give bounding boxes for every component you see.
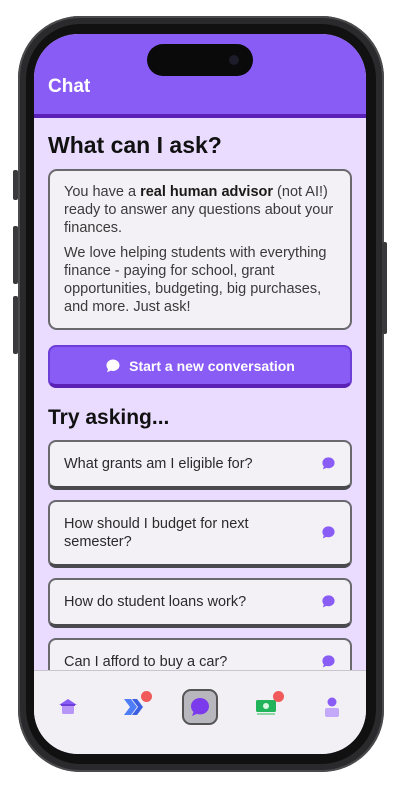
chat-bubble-icon bbox=[322, 526, 335, 539]
tab-money[interactable] bbox=[248, 689, 284, 725]
start-conversation-label: Start a new conversation bbox=[129, 357, 295, 374]
suggestion-label: Can I afford to buy a car? bbox=[64, 654, 228, 670]
chat-bubble-icon bbox=[322, 457, 335, 470]
intro-paragraph-2: We love helping students with everything… bbox=[64, 245, 327, 315]
dynamic-island bbox=[147, 44, 253, 76]
notification-badge bbox=[273, 691, 284, 702]
chat-bubble-icon bbox=[322, 655, 335, 668]
silent-switch bbox=[13, 170, 18, 200]
intro-heading: What can I ask? bbox=[48, 132, 222, 158]
suggestion-label: How should I budget for next semester? bbox=[64, 516, 249, 550]
suggestion-label: What grants am I eligible for? bbox=[64, 456, 253, 472]
tab-chat[interactable] bbox=[182, 689, 218, 725]
start-conversation-button[interactable]: Start a new conversation bbox=[48, 345, 352, 388]
tab-progress[interactable] bbox=[116, 689, 152, 725]
suggestion-item[interactable]: How do student loans work? bbox=[48, 578, 352, 628]
bottom-tab-bar bbox=[34, 670, 366, 754]
advisor-info-card: You have a real human advisor (not AI!) … bbox=[48, 169, 352, 330]
chat-bubble-icon bbox=[106, 359, 120, 372]
volume-down-button bbox=[13, 296, 18, 354]
intro-paragraph-1: You have a real human advisor (not AI!) … bbox=[64, 183, 336, 237]
chat-content: What can I ask? You have a real human ad… bbox=[48, 132, 352, 698]
chat-bubble-icon bbox=[322, 595, 335, 608]
camera-icon bbox=[229, 55, 239, 65]
page-title: Chat bbox=[48, 76, 91, 97]
chat-icon bbox=[191, 698, 209, 716]
suggestion-item[interactable]: What grants am I eligible for? bbox=[48, 440, 352, 490]
intro-emphasis: real human advisor bbox=[140, 184, 274, 200]
tab-home[interactable] bbox=[50, 689, 86, 725]
power-button bbox=[382, 242, 387, 334]
notification-badge bbox=[141, 691, 152, 702]
suggestion-item[interactable]: How should I budget for next semester? bbox=[48, 500, 352, 568]
profile-icon bbox=[325, 697, 339, 717]
app-screen: Chat What can I ask? You have a real hum… bbox=[34, 34, 366, 754]
suggestion-label: How do student loans work? bbox=[64, 594, 247, 610]
volume-up-button bbox=[13, 226, 18, 284]
intro-text: You have a bbox=[64, 184, 141, 200]
tab-profile[interactable] bbox=[314, 689, 350, 725]
suggestions-heading: Try asking... bbox=[48, 406, 170, 429]
home-icon bbox=[59, 699, 77, 714]
